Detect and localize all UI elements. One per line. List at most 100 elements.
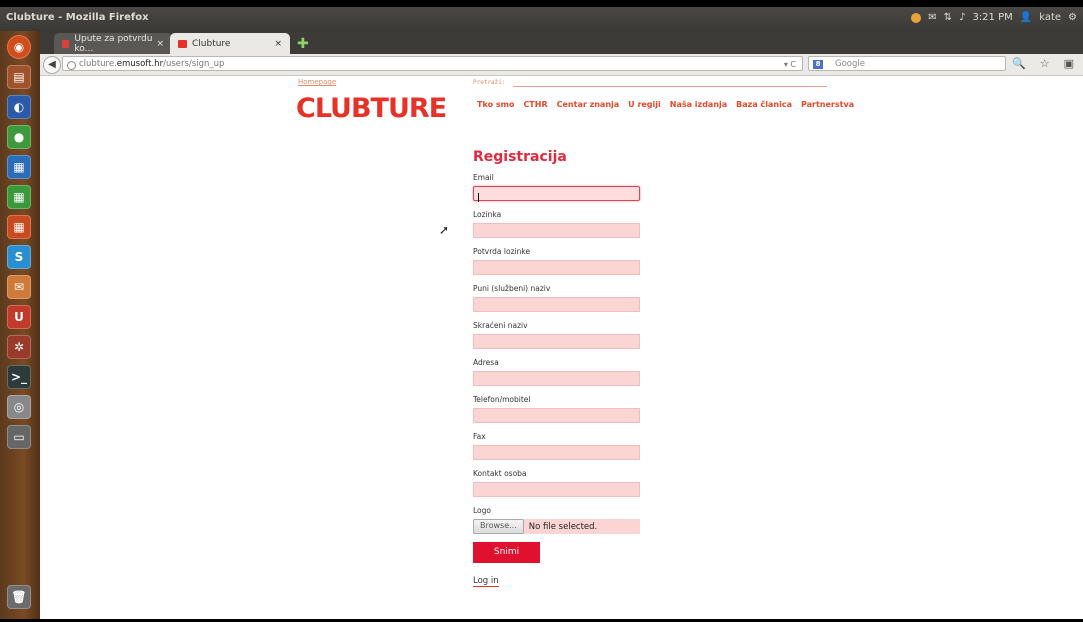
fax-label: Fax — [473, 432, 486, 441]
full-name-label: Puni (službeni) naziv — [473, 284, 551, 293]
login-link[interactable]: Log in — [473, 576, 499, 587]
writer-icon[interactable]: ▦ — [7, 155, 31, 179]
url-path: /users/sign_up — [163, 59, 225, 69]
logo-file-input[interactable]: Browse... No file selected. — [473, 519, 640, 534]
network-icon[interactable]: ⇅ — [944, 12, 952, 23]
homepage-link[interactable]: Homepage — [298, 78, 336, 86]
reload-icon[interactable]: ▾ C — [784, 57, 796, 72]
logo-field-group: Logo Browse... No file selected. — [473, 506, 673, 534]
short-name-label: Skraćeni naziv — [473, 321, 528, 330]
bookmark-star-icon[interactable]: ☆ — [1040, 57, 1050, 70]
phone-label: Telefon/mobitel — [473, 395, 531, 404]
main-nav: Tko smo CTHR Centar znanja U regiji Naša… — [477, 100, 854, 109]
close-tab-icon[interactable]: × — [274, 39, 282, 49]
site-search-input[interactable] — [513, 86, 827, 87]
nav-baza-clanica[interactable]: Baza članica — [736, 100, 792, 109]
contact-field[interactable] — [473, 482, 640, 497]
bookmarks-menu-icon[interactable]: ▣ — [1064, 57, 1074, 70]
clubture-favicon-icon — [178, 39, 187, 48]
browse-button[interactable]: Browse... — [473, 519, 524, 534]
skype-icon[interactable]: S — [7, 245, 31, 269]
address-bar[interactable]: clubture.emusoft.hr/users/sign_up ▾ C — [62, 56, 803, 71]
user-name[interactable]: kate — [1039, 12, 1061, 23]
screen: Clubture - Mozilla Firefox ✉ ⇅ ♪ 3:21 PM… — [0, 7, 1083, 619]
phone-field-group: Telefon/mobitel — [473, 395, 673, 423]
logo-label: Logo — [473, 506, 491, 515]
files-icon[interactable]: ▤ — [7, 65, 31, 89]
nav-cthr[interactable]: CTHR — [523, 100, 547, 109]
system-settings-icon[interactable]: ✲ — [7, 335, 31, 359]
trash-icon[interactable]: 🗑 — [7, 585, 31, 609]
new-tab-plus-icon[interactable]: ✚ — [297, 36, 309, 52]
full-name-field-group: Puni (službeni) naziv — [473, 284, 673, 312]
volume-icon[interactable]: ♪ — [959, 12, 965, 23]
search-label: Pretraži: — [473, 79, 506, 86]
ubuntu-one-icon[interactable]: U — [7, 305, 31, 329]
address-field[interactable] — [473, 371, 640, 386]
firefox-icon[interactable]: ◐ — [7, 95, 31, 119]
calc-icon[interactable]: ▦ — [7, 185, 31, 209]
web-page: Homepage CLUBTURE Pretraži: Tko smo CTHR… — [40, 76, 1083, 619]
url-domain: emusoft.hr — [116, 59, 164, 69]
short-name-field[interactable] — [473, 334, 640, 349]
nav-partnerstva[interactable]: Partnerstva — [801, 100, 854, 109]
registration-form: Registracija Email Lozinka Potvrda lozin… — [473, 149, 673, 587]
globe-icon — [67, 61, 76, 70]
drive-icon[interactable]: ▭ — [7, 425, 31, 449]
software-center-icon[interactable]: ✉ — [7, 275, 31, 299]
search-icon[interactable]: 🔍 — [1012, 57, 1026, 70]
navigation-toolbar: ◀ clubture.emusoft.hr/users/sign_up ▾ C … — [40, 54, 1083, 76]
email-field-group: Email — [473, 173, 673, 202]
system-title-bar: Clubture - Mozilla Firefox ✉ ⇅ ♪ 3:21 PM… — [0, 7, 1083, 31]
nav-tko-smo[interactable]: Tko smo — [477, 100, 514, 109]
email-field[interactable] — [473, 186, 640, 202]
dash-home-icon[interactable]: ◉ — [7, 35, 31, 59]
contact-field-group: Kontakt osoba — [473, 469, 673, 497]
nav-u-regiji[interactable]: U regiji — [628, 100, 661, 109]
chrome-indicator-icon[interactable] — [911, 12, 922, 23]
terminal-icon[interactable]: >_ — [7, 365, 31, 389]
launcher: ◉ ▤ ◐ ● ▦ ▦ ▦ S ✉ U ✲ >_ ◎ ▭ 🗑 — [0, 31, 40, 619]
chrome-icon[interactable]: ● — [7, 125, 31, 149]
tab-strip: Upute za potvrdu ko... × Clubture × ✚ — [40, 31, 1083, 54]
disk-icon[interactable]: ◎ — [7, 395, 31, 419]
google-icon[interactable]: 8 — [813, 60, 823, 69]
url-prefix: clubture. — [79, 59, 117, 69]
search-input[interactable]: 8 Google — [808, 56, 1006, 71]
system-tray: ✉ ⇅ ♪ 3:21 PM 👤 kate ⚙ — [911, 12, 1077, 23]
email-label: Email — [473, 173, 494, 182]
mail-icon[interactable]: ✉ — [928, 12, 936, 23]
close-tab-icon[interactable]: × — [156, 39, 164, 49]
phone-field[interactable] — [473, 408, 640, 423]
save-button[interactable]: Snimi — [473, 542, 540, 563]
user-icon: 👤 — [1019, 12, 1033, 23]
full-name-field[interactable] — [473, 297, 640, 312]
tab-clubture[interactable]: Clubture × — [170, 33, 290, 54]
gmail-favicon-icon — [62, 39, 70, 48]
window-title: Clubture - Mozilla Firefox — [6, 12, 149, 23]
password-label: Lozinka — [473, 210, 502, 219]
tab-label: Clubture — [192, 38, 231, 49]
fax-field-group: Fax — [473, 432, 673, 460]
fax-field[interactable] — [473, 445, 640, 460]
tab-label: Upute za potvrdu ko... — [74, 33, 153, 54]
back-button[interactable]: ◀ — [43, 56, 61, 74]
tab-upute[interactable]: Upute za potvrdu ko... × — [54, 33, 172, 54]
address-field-group: Adresa — [473, 358, 673, 386]
address-label: Adresa — [473, 358, 499, 367]
password-confirm-label: Potvrda lozinke — [473, 247, 531, 256]
file-status: No file selected. — [528, 521, 598, 532]
nav-nasa-izdanja[interactable]: Naša izdanja — [670, 100, 727, 109]
nav-centar-znanja[interactable]: Centar znanja — [557, 100, 620, 109]
password-confirm-field[interactable] — [473, 260, 640, 275]
clubture-logo[interactable]: CLUBTURE — [296, 93, 447, 124]
page-title: Registracija — [473, 149, 567, 165]
password-field[interactable] — [473, 223, 640, 238]
short-name-field-group: Skraćeni naziv — [473, 321, 673, 349]
password-confirm-field-group: Potvrda lozinke — [473, 247, 673, 275]
password-field-group: Lozinka — [473, 210, 673, 238]
impress-icon[interactable]: ▦ — [7, 215, 31, 239]
clock[interactable]: 3:21 PM — [972, 12, 1012, 23]
contact-label: Kontakt osoba — [473, 469, 527, 478]
settings-gear-icon[interactable]: ⚙ — [1068, 12, 1077, 23]
